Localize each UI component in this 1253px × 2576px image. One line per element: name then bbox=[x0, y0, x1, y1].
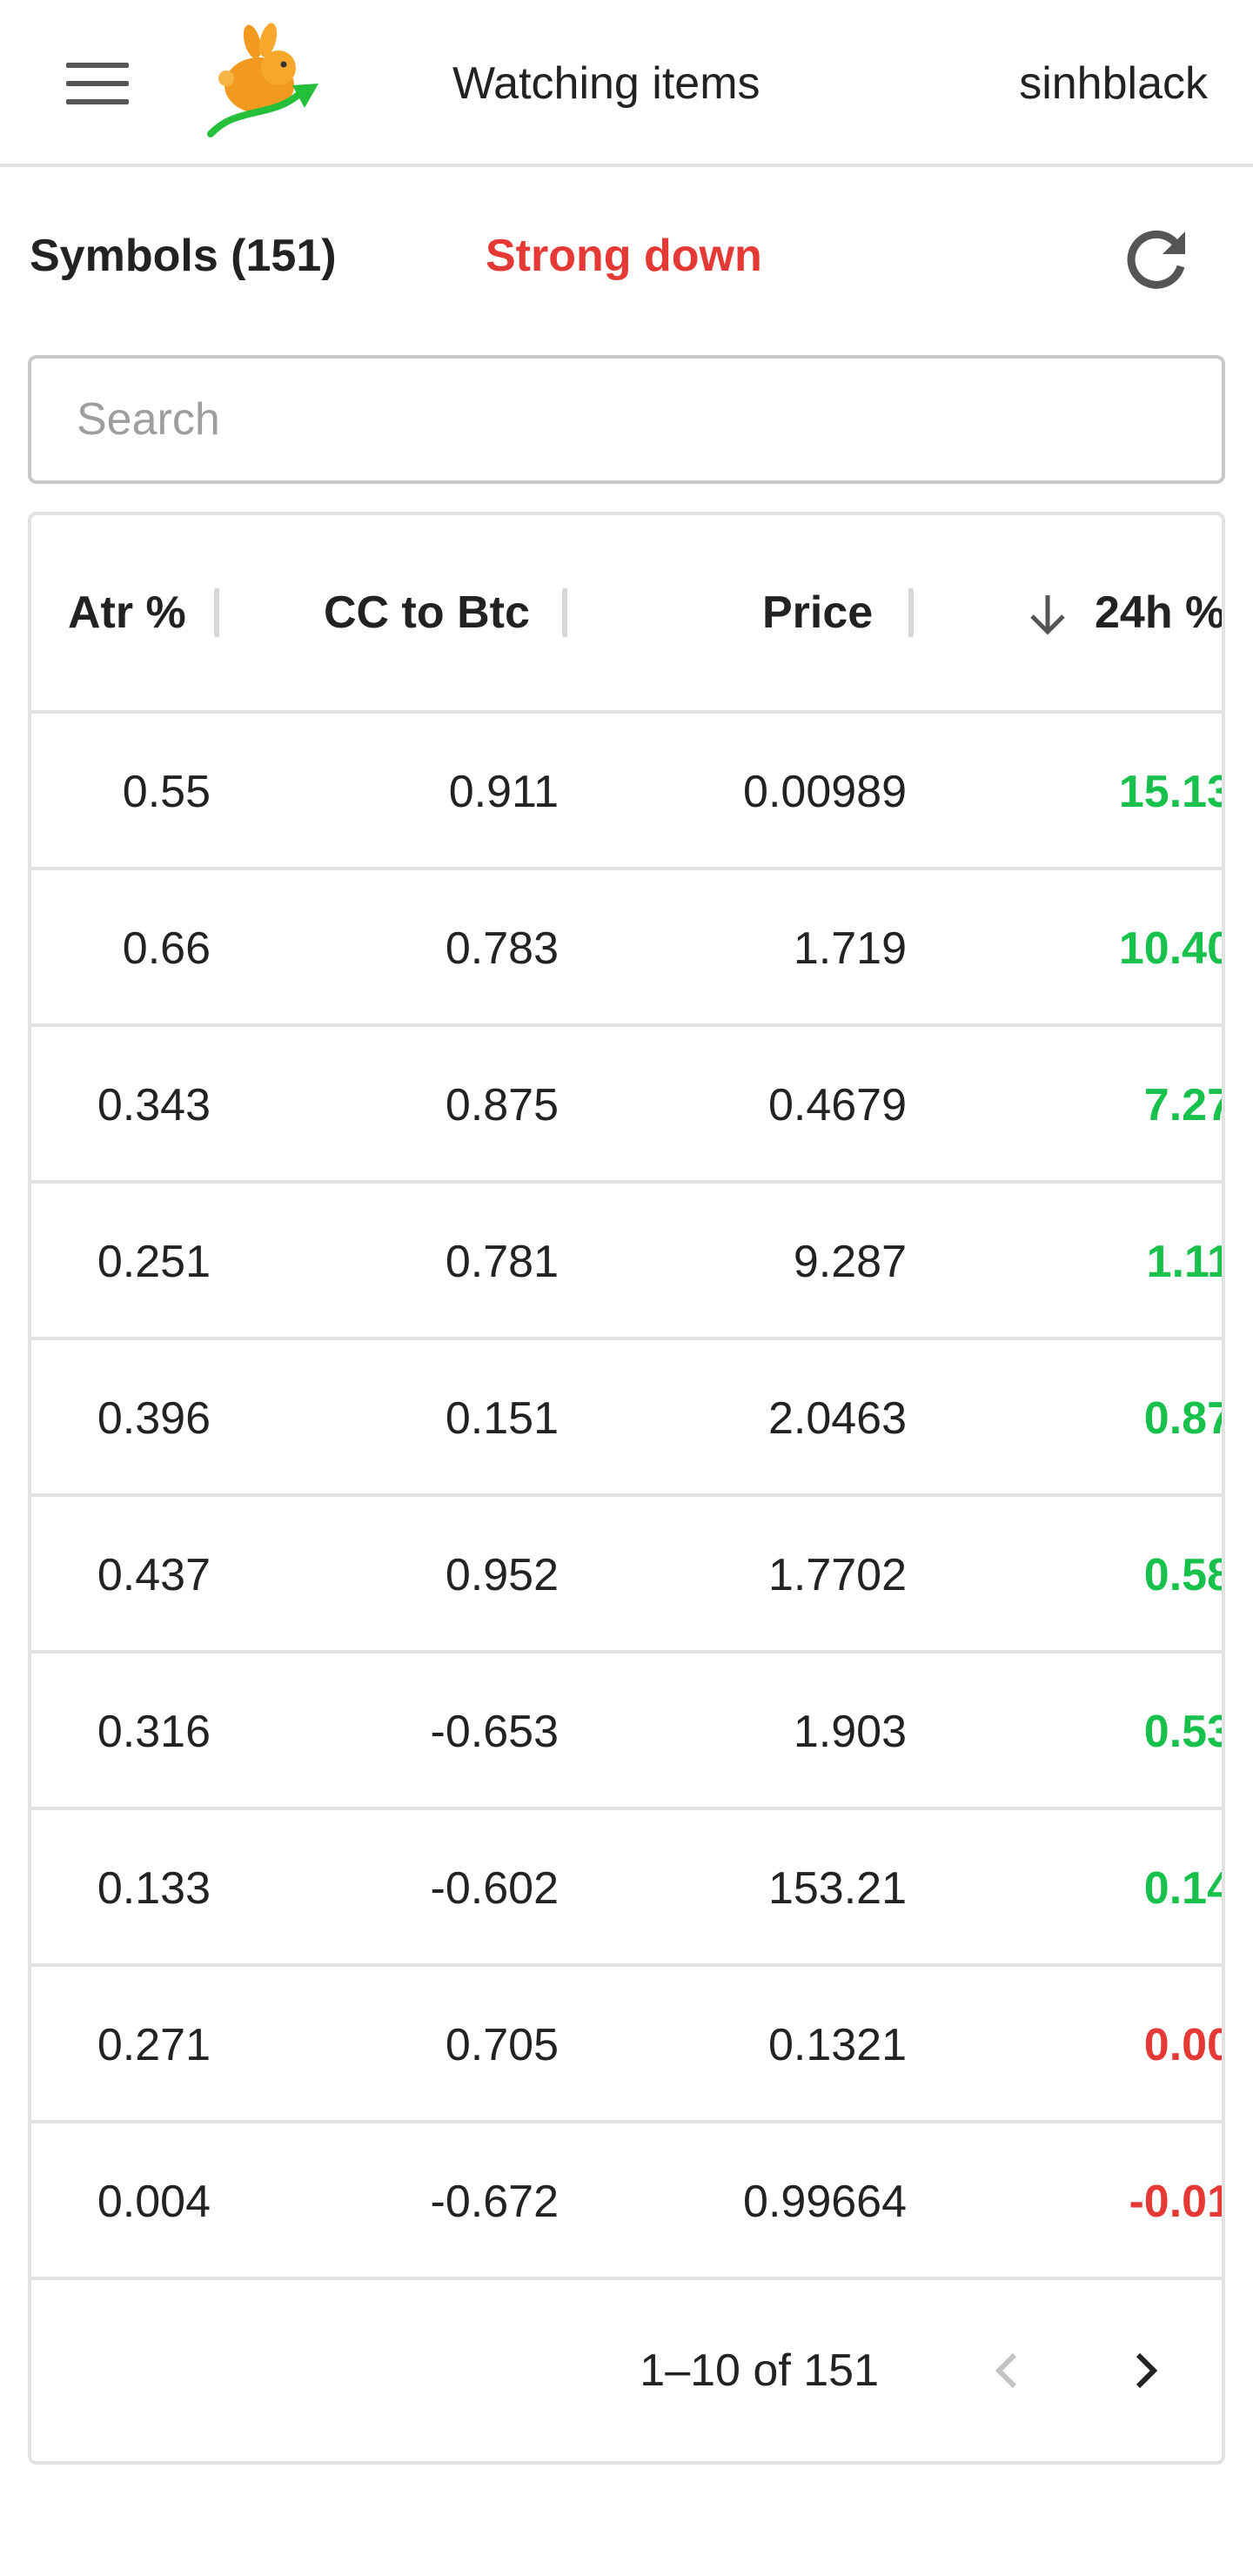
cell-atr: 0.316 bbox=[97, 1707, 211, 1757]
table-pagination: 1–10 of 151 bbox=[31, 2284, 1222, 2458]
cell-price: 1.903 bbox=[793, 1707, 907, 1757]
cell-cc-to-btc: 0.783 bbox=[445, 923, 559, 974]
cell-atr: 0.396 bbox=[97, 1393, 211, 1444]
search-input[interactable] bbox=[77, 359, 1190, 480]
column-header-24h-change[interactable]: 24h % bbox=[1095, 581, 1222, 644]
symbols-count-label: Symbols (151) bbox=[30, 231, 337, 281]
cell-atr: 0.004 bbox=[97, 2177, 211, 2227]
column-separator[interactable] bbox=[214, 588, 219, 637]
table-row[interactable]: 0.343 0.875 0.4679 7.27 bbox=[31, 1027, 1225, 1184]
page-title: Watching items bbox=[452, 58, 761, 109]
cell-cc-to-btc: 0.705 bbox=[445, 2020, 559, 2070]
cell-price: 1.7702 bbox=[767, 1550, 907, 1600]
cell-24h-change: 0.14 bbox=[1143, 1863, 1225, 1914]
cell-price: 0.1321 bbox=[767, 2020, 907, 2070]
cell-price: 153.21 bbox=[767, 1863, 907, 1914]
cell-atr: 0.251 bbox=[97, 1237, 211, 1287]
hamburger-menu-icon[interactable] bbox=[61, 57, 134, 110]
table-header-row: Atr % CC to Btc Price 24h % bbox=[31, 515, 1222, 714]
cell-atr: 0.66 bbox=[122, 923, 211, 974]
cell-atr: 0.55 bbox=[122, 767, 211, 817]
cell-cc-to-btc: -0.672 bbox=[430, 2177, 559, 2227]
table-row[interactable]: 0.133 -0.602 153.21 0.14 bbox=[31, 1810, 1225, 1967]
cell-price: 2.0463 bbox=[767, 1393, 907, 1444]
cell-24h-change: 15.13 bbox=[1118, 767, 1225, 817]
chevron-left-icon[interactable] bbox=[976, 2339, 1039, 2402]
cell-atr: 0.343 bbox=[97, 1080, 211, 1130]
column-header-price[interactable]: Price bbox=[762, 581, 873, 644]
cell-24h-change: 0.00 bbox=[1143, 2020, 1225, 2070]
column-separator[interactable] bbox=[562, 588, 567, 637]
cell-atr: 0.437 bbox=[97, 1550, 211, 1600]
table-row[interactable]: 0.251 0.781 9.287 1.11 bbox=[31, 1184, 1225, 1340]
market-status-label: Strong down bbox=[486, 231, 762, 281]
cell-cc-to-btc: 0.151 bbox=[445, 1393, 559, 1444]
cell-cc-to-btc: -0.653 bbox=[430, 1707, 559, 1757]
cell-cc-to-btc: 0.911 bbox=[448, 767, 559, 817]
cell-cc-to-btc: 0.781 bbox=[445, 1237, 559, 1287]
cell-price: 0.00989 bbox=[743, 767, 907, 817]
arrow-down-icon[interactable] bbox=[1022, 588, 1074, 641]
refresh-icon[interactable] bbox=[1114, 219, 1197, 303]
column-header-cc-to-btc[interactable]: CC to Btc bbox=[324, 581, 530, 644]
search-field[interactable] bbox=[28, 355, 1225, 484]
app-bar: Watching items sinhblack bbox=[0, 0, 1253, 167]
user-name[interactable]: sinhblack bbox=[1019, 52, 1208, 115]
cell-24h-change: 0.87 bbox=[1143, 1393, 1225, 1444]
cell-24h-change: 10.40 bbox=[1118, 923, 1225, 974]
cell-24h-change: -0.01 bbox=[1129, 2177, 1225, 2227]
cell-24h-change: 0.53 bbox=[1143, 1707, 1225, 1757]
table-row[interactable]: 0.55 0.911 0.00989 15.13 bbox=[31, 714, 1225, 870]
cell-24h-change: 7.27 bbox=[1143, 1080, 1225, 1130]
cell-24h-change: 0.58 bbox=[1143, 1550, 1225, 1600]
cell-price: 9.287 bbox=[793, 1237, 907, 1287]
table-row[interactable]: 0.004 -0.672 0.99664 -0.01 bbox=[31, 2123, 1225, 2280]
table-row[interactable]: 0.437 0.952 1.7702 0.58 bbox=[31, 1497, 1225, 1654]
pagination-range: 1–10 of 151 bbox=[640, 2345, 879, 2396]
cell-cc-to-btc: 0.952 bbox=[445, 1550, 559, 1600]
table-row[interactable]: 0.66 0.783 1.719 10.40 bbox=[31, 870, 1225, 1027]
cell-atr: 0.271 bbox=[97, 2020, 211, 2070]
cell-price: 0.99664 bbox=[743, 2177, 907, 2227]
column-header-atr[interactable]: Atr % bbox=[68, 581, 186, 644]
table-row[interactable]: 0.396 0.151 2.0463 0.87 bbox=[31, 1340, 1225, 1497]
cell-price: 1.719 bbox=[793, 923, 907, 974]
column-separator[interactable] bbox=[908, 588, 914, 637]
symbols-table: Atr % CC to Btc Price 24h % 0.55 0.911 0.0… bbox=[28, 512, 1225, 2465]
rabbit-logo-icon[interactable] bbox=[202, 23, 324, 144]
table-row[interactable]: 0.271 0.705 0.1321 0.00 bbox=[31, 1967, 1225, 2123]
chevron-right-icon[interactable] bbox=[1114, 2339, 1176, 2402]
cell-cc-to-btc: 0.875 bbox=[445, 1080, 559, 1130]
cell-24h-change: 1.11 bbox=[1146, 1237, 1225, 1287]
cell-cc-to-btc: -0.602 bbox=[430, 1863, 559, 1914]
cell-atr: 0.133 bbox=[97, 1863, 211, 1914]
cell-price: 0.4679 bbox=[767, 1080, 907, 1130]
table-row[interactable]: 0.316 -0.653 1.903 0.53 bbox=[31, 1654, 1225, 1810]
